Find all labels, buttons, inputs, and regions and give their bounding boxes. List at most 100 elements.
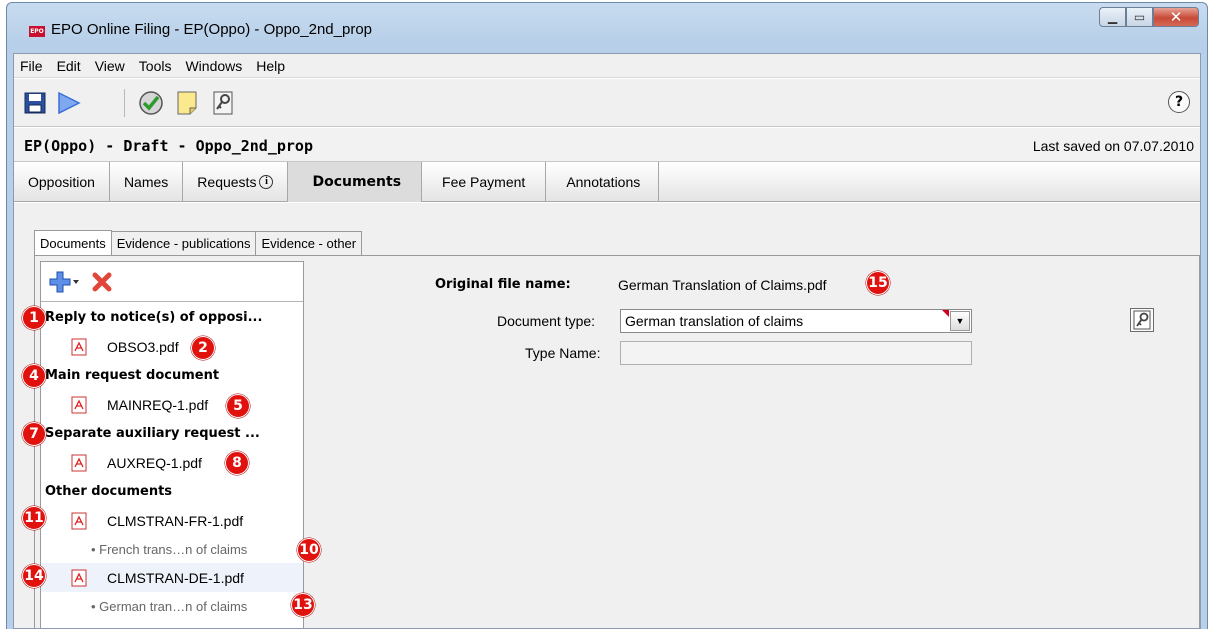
sub-tabs: Documents Evidence - publications Eviden… <box>34 230 363 255</box>
callout-badge: 13 <box>291 593 315 617</box>
menu-bar: File Edit View Tools Windows Help <box>14 54 1200 78</box>
menu-tools[interactable]: Tools <box>139 58 172 74</box>
tree-group-header[interactable]: Separate auxiliary request ... <box>41 419 303 448</box>
type-name-label: Type Name: <box>525 345 601 361</box>
maximize-button[interactable]: ▭ <box>1126 7 1153 27</box>
minimize-icon: ▁ <box>1107 10 1118 24</box>
tree-file-item[interactable]: CLMSTRAN-FR-1.pdf <box>41 506 303 535</box>
delete-document-button[interactable] <box>91 271 113 293</box>
callout-badge: 11 <box>22 506 46 530</box>
pdf-icon <box>71 396 87 413</box>
epo-logo-icon: EPO <box>29 26 45 37</box>
menu-help[interactable]: Help <box>256 58 285 74</box>
menu-view[interactable]: View <box>95 58 125 74</box>
close-button[interactable]: ✕ <box>1153 7 1199 27</box>
tree-group-header[interactable]: Reply to notice(s) of opposi... <box>41 303 303 332</box>
document-type-value: German translation of claims <box>625 313 804 329</box>
tab-label: Names <box>123 174 169 190</box>
callout-badge: 7 <box>22 422 46 446</box>
annotate-button[interactable] <box>174 90 200 116</box>
validation-flag-icon <box>942 310 949 317</box>
document-tree: Reply to notice(s) of opposi... OBSO3.pd… <box>41 303 303 620</box>
client-area: File Edit View Tools Windows Help ? EP(O… <box>13 53 1201 629</box>
document-detail-panel: Original file name: German Translation o… <box>307 261 1194 628</box>
toolbar-separator <box>124 89 125 117</box>
document-list-panel: Reply to notice(s) of opposi... OBSO3.pd… <box>40 261 304 628</box>
check-icon <box>139 91 163 115</box>
file-type-label: • German tran…n of claims <box>91 598 248 614</box>
menu-file[interactable]: File <box>20 58 43 74</box>
tree-file-type[interactable]: • German tran…n of claims <box>41 592 303 620</box>
file-name: AUXREQ-1.pdf <box>107 454 202 471</box>
subtab-evidence-other[interactable]: Evidence - other <box>255 231 363 255</box>
key-icon <box>1133 310 1151 330</box>
application-window: EPO EPO Online Filing - EP(Oppo) - Oppo_… <box>6 2 1208 629</box>
document-type-label: Document type: <box>497 313 596 329</box>
tab-label: Fee Payment <box>442 174 526 190</box>
tree-group-header[interactable]: Main request document <box>41 361 303 390</box>
add-document-button[interactable] <box>49 270 79 294</box>
tab-requests[interactable]: Requests i <box>183 162 289 202</box>
type-name-field[interactable] <box>620 341 972 365</box>
tree-file-item[interactable]: AUXREQ-1.pdf <box>41 448 303 477</box>
tab-names[interactable]: Names <box>110 162 184 202</box>
info-icon: i <box>259 175 274 189</box>
tab-fee-payment[interactable]: Fee Payment <box>422 162 547 202</box>
callout-badge: 2 <box>191 336 215 360</box>
tree-file-item[interactable]: OBSO3.pdf <box>41 332 303 361</box>
pdf-icon <box>71 454 87 471</box>
tab-documents[interactable]: Documents <box>288 162 423 202</box>
procedure-info-bar: EP(Oppo) - Draft - Oppo_2nd_prop Last sa… <box>14 128 1200 162</box>
document-type-select[interactable]: German translation of claims ▼ <box>620 309 972 333</box>
tab-label: Opposition <box>28 174 95 190</box>
dropdown-arrow-icon[interactable]: ▼ <box>950 311 970 331</box>
callout-badge: 8 <box>225 451 249 475</box>
main-tabs: Opposition Names Requests i Documents Fee… <box>14 162 1200 202</box>
file-name: MAINREQ-1.pdf <box>107 396 209 413</box>
subtab-evidence-publications[interactable]: Evidence - publications <box>110 231 257 255</box>
subtab-documents[interactable]: Documents <box>34 230 112 255</box>
file-name: CLMSTRAN-DE-1.pdf <box>107 569 244 586</box>
pdf-icon <box>71 569 87 586</box>
maximize-icon: ▭ <box>1133 10 1146 24</box>
toolbar: ? <box>14 79 1200 127</box>
callout-badge: 14 <box>22 564 46 588</box>
save-icon <box>24 92 46 114</box>
close-icon: ✕ <box>1169 8 1183 26</box>
callout-badge: 4 <box>22 364 46 388</box>
sign-button[interactable] <box>210 90 236 116</box>
note-icon <box>177 91 197 115</box>
play-icon <box>58 91 81 115</box>
last-saved-text: Last saved on 07.07.2010 <box>1032 138 1194 154</box>
save-button[interactable] <box>22 90 48 116</box>
minimize-button[interactable]: ▁ <box>1099 7 1126 27</box>
tab-opposition[interactable]: Opposition <box>14 162 110 202</box>
view-document-button[interactable] <box>1130 308 1154 332</box>
document-list-toolbar <box>41 262 303 302</box>
tab-annotations[interactable]: Annotations <box>546 162 660 202</box>
menu-edit[interactable]: Edit <box>57 58 81 74</box>
tree-file-type[interactable]: • French trans…n of claims <box>41 535 303 563</box>
verify-button[interactable] <box>138 90 164 116</box>
menu-windows[interactable]: Windows <box>185 58 242 74</box>
send-button[interactable] <box>56 90 82 116</box>
title-bar[interactable]: EPO EPO Online Filing - EP(Oppo) - Oppo_… <box>7 3 1207 53</box>
file-name: CLMSTRAN-FR-1.pdf <box>107 512 244 529</box>
callout-badge: 10 <box>297 538 321 562</box>
file-name: OBSO3.pdf <box>107 338 179 355</box>
callout-badge: 1 <box>22 306 46 330</box>
pdf-icon <box>71 512 87 529</box>
tab-label: Annotations <box>566 174 641 190</box>
help-icon: ? <box>1174 94 1184 110</box>
tree-group-header[interactable]: Other documents <box>41 477 303 506</box>
help-button[interactable]: ? <box>1168 91 1190 113</box>
add-icon <box>49 271 79 293</box>
documents-panel: Reply to notice(s) of opposi... OBSO3.pd… <box>34 255 1200 628</box>
group-label: Separate auxiliary request ... <box>45 426 260 441</box>
tab-label: Documents <box>312 174 402 190</box>
callout-badge: 15 <box>866 271 890 295</box>
tree-file-item[interactable]: MAINREQ-1.pdf <box>41 390 303 419</box>
tree-file-item-selected[interactable]: CLMSTRAN-DE-1.pdf <box>41 563 303 592</box>
file-type-label: • French trans…n of claims <box>91 541 248 557</box>
pdf-icon <box>71 338 87 355</box>
